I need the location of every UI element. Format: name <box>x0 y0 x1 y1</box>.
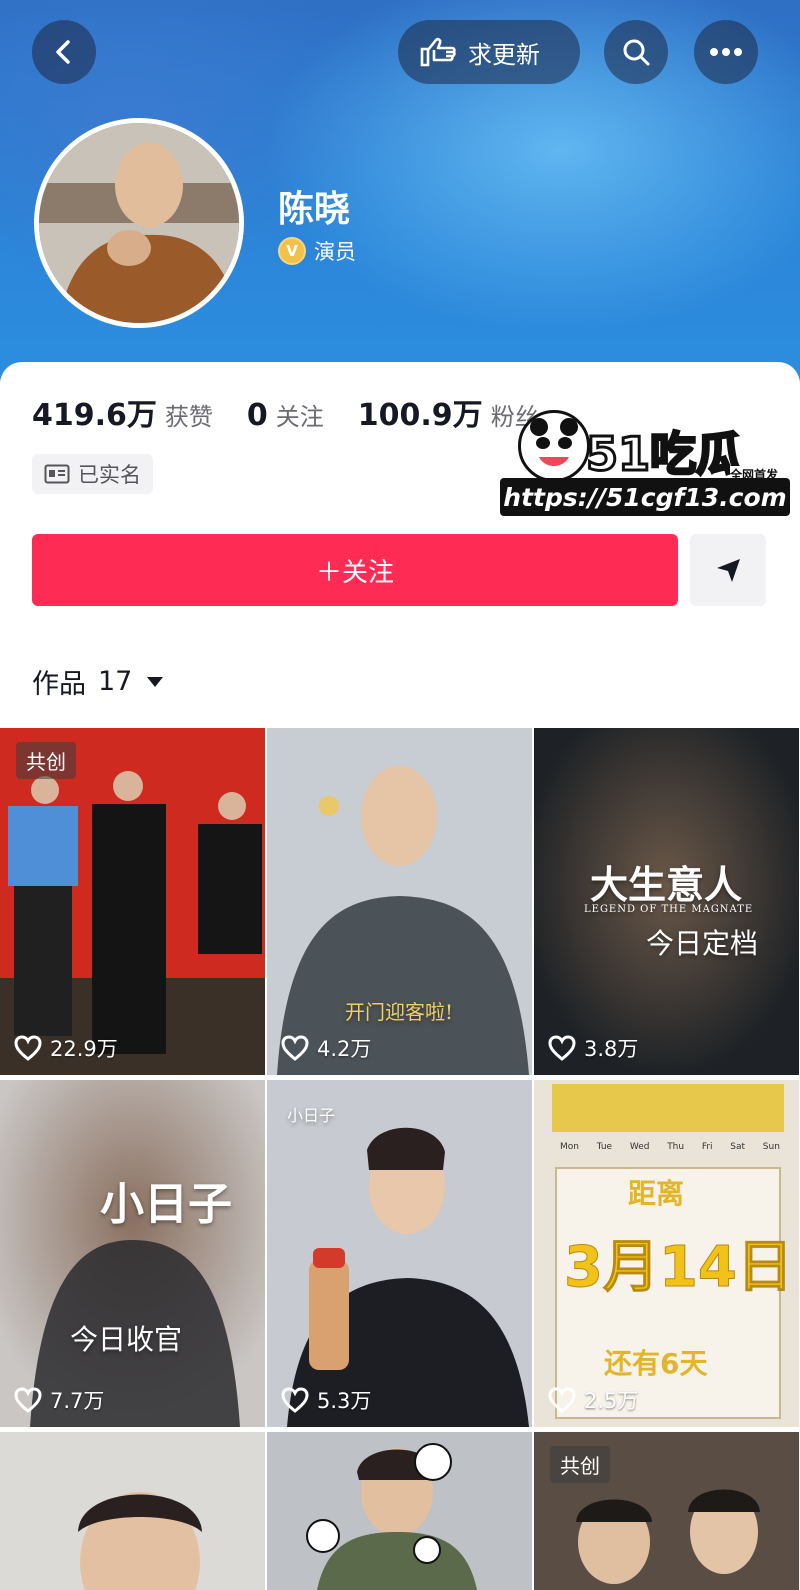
video-title: 小日子 <box>287 1106 336 1125</box>
like-count: 3.8万 <box>548 1033 638 1063</box>
heart-icon <box>14 1387 42 1413</box>
countdown-date: 3月14日 <box>564 1235 794 1301</box>
share-button[interactable] <box>690 534 766 606</box>
fans-count[interactable]: 100.9万 <box>358 390 483 434</box>
profile-name: 陈晓 <box>278 189 351 230</box>
following-count[interactable]: 0 <box>247 398 268 433</box>
pointing-hand-icon <box>420 37 456 67</box>
likes-count: 419.6万 <box>32 398 157 433</box>
heart-icon <box>281 1035 309 1061</box>
video-caption: 开门迎客啦! <box>345 1000 454 1024</box>
countdown-label: 距离 <box>628 1177 685 1210</box>
back-button[interactable] <box>32 20 96 84</box>
co-create-badge: 共创 <box>16 742 76 779</box>
stats-row: 419.6万 获赞 0 关注 100.9万 粉丝 <box>32 390 573 434</box>
watermark-url: https://51cgf13.com <box>500 478 790 516</box>
video-caption: 今日收官 <box>70 1323 183 1356</box>
video-thumbnail <box>267 1432 532 1590</box>
video-thumbnail <box>0 1432 265 1590</box>
like-count-value: 3.8万 <box>584 1037 639 1061</box>
like-count: 4.2万 <box>281 1033 371 1063</box>
id-card-icon <box>44 464 70 484</box>
heart-icon <box>14 1035 42 1061</box>
realname-badge: 已实名 <box>32 454 153 494</box>
role-label: 演员 <box>314 240 356 264</box>
watermark: 51吃瓜 全网首发 https://51cgf13.com <box>500 410 796 518</box>
like-count-value: 4.2万 <box>317 1037 372 1061</box>
heart-icon <box>548 1035 576 1061</box>
follow-button[interactable]: ＋关注 <box>32 534 678 606</box>
weekday-label: Mon <box>560 1142 579 1152</box>
more-dots-icon <box>710 48 742 56</box>
video-tile[interactable]: 共创 22.9万 <box>0 728 265 1075</box>
like-count-value: 2.5万 <box>584 1389 639 1413</box>
video-thumbnail <box>0 1080 265 1427</box>
weekday-label: Fri <box>701 1142 713 1152</box>
request-update-label: 求更新 <box>468 40 540 69</box>
video-title: 小日子 <box>100 1179 232 1230</box>
weekday-row: Mon Tue Wed Thu Fri Sat Sun <box>560 1142 780 1152</box>
countdown-days: 还有6天 <box>604 1347 708 1380</box>
avatar-image <box>39 123 239 323</box>
video-tile[interactable]: Mon Tue Wed Thu Fri Sat Sun 距离 3月14日 还有6… <box>534 1080 799 1427</box>
search-button[interactable] <box>604 20 668 84</box>
chevron-left-icon <box>56 40 70 64</box>
video-tile[interactable] <box>267 1432 532 1590</box>
weekday-label: Wed <box>629 1142 650 1152</box>
realname-label: 已实名 <box>78 463 141 487</box>
likes-label: 获赞 <box>164 403 213 431</box>
watermark-title: 51吃瓜 <box>584 426 743 483</box>
video-tile[interactable]: 开门迎客啦! 4.2万 <box>267 728 532 1075</box>
verified-icon: V <box>278 237 306 265</box>
video-tile[interactable]: 大生意人 LEGEND OF THE MAGNATE 今日定档 3.8万 <box>534 728 799 1075</box>
heart-icon <box>281 1387 309 1413</box>
caret-down-icon <box>147 676 164 687</box>
verification: V 演员 <box>278 236 356 266</box>
like-count: 22.9万 <box>14 1033 118 1063</box>
video-tile[interactable] <box>0 1432 265 1590</box>
tab-works[interactable]: 作品 17 <box>32 662 164 701</box>
like-count: 7.7万 <box>14 1385 104 1415</box>
video-thumbnail <box>267 1080 532 1427</box>
send-arrow-icon <box>717 559 740 582</box>
video-tile[interactable]: 共创 <box>534 1432 799 1590</box>
works-label: 作品 <box>32 669 86 700</box>
weekday-label: Tue <box>596 1142 613 1152</box>
works-count: 17 <box>98 666 133 697</box>
video-tile[interactable]: 小日子 5.3万 <box>267 1080 532 1427</box>
request-update-button[interactable]: 求更新 <box>398 20 580 84</box>
video-thumbnail <box>0 728 265 1075</box>
video-caption: 今日定档 <box>646 927 759 960</box>
weekday-label: Thu <box>667 1142 685 1152</box>
weekday-label: Sun <box>762 1142 780 1152</box>
heart-icon <box>548 1387 576 1413</box>
video-tile[interactable]: 小日子 今日收官 7.7万 <box>0 1080 265 1427</box>
like-count-value: 22.9万 <box>50 1037 118 1061</box>
avatar[interactable] <box>34 118 244 328</box>
video-title: 大生意人 <box>590 862 743 907</box>
more-button[interactable] <box>694 20 758 84</box>
like-count: 2.5万 <box>548 1385 638 1415</box>
like-count: 5.3万 <box>281 1385 371 1415</box>
like-count-value: 7.7万 <box>50 1389 105 1413</box>
video-subtitle: LEGEND OF THE MAGNATE <box>584 904 754 915</box>
co-create-badge: 共创 <box>550 1446 610 1483</box>
following-label[interactable]: 关注 <box>276 397 324 432</box>
like-count-value: 5.3万 <box>317 1389 372 1413</box>
weekday-label: Sat <box>730 1142 746 1152</box>
search-icon <box>623 39 650 66</box>
panda-logo-icon <box>518 410 590 482</box>
